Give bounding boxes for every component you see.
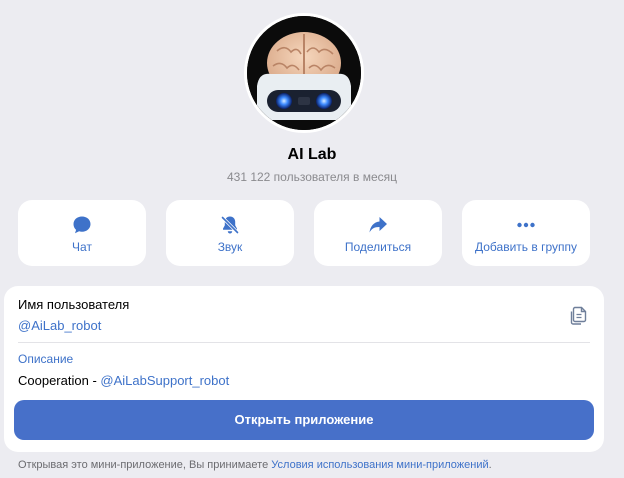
bell-muted-icon <box>220 215 240 235</box>
chat-bubble-icon <box>73 216 91 234</box>
bot-name: AI Lab <box>287 146 337 163</box>
share-button-label: Поделиться <box>344 240 412 254</box>
terms-link[interactable]: Условия использования мини-приложений <box>271 459 488 471</box>
sound-button[interactable]: Звук <box>166 200 294 266</box>
terms-notice: Открывая это мини-приложение, Вы принима… <box>18 459 492 471</box>
chat-button-label: Чат <box>72 240 92 254</box>
description-text: Cooperation - @AiLabSupport_robot <box>18 373 229 388</box>
support-bot-link[interactable]: @AiLabSupport_robot <box>100 373 229 388</box>
more-dots-icon <box>517 222 535 228</box>
description-label: Описание <box>18 352 74 366</box>
username-label: Имя пользователя <box>18 297 130 312</box>
action-buttons-row: Чат Звук Поделиться Добавить в группу <box>18 200 590 266</box>
monthly-users-count: 431 122 пользователя в месяц <box>226 170 398 184</box>
add-to-group-button-label: Добавить в группу <box>475 240 577 254</box>
open-app-button[interactable]: Открыть приложение <box>14 400 594 440</box>
share-button[interactable]: Поделиться <box>314 200 442 266</box>
terms-notice-suffix: . <box>488 459 492 471</box>
info-divider <box>18 342 590 343</box>
description-prefix: Cooperation - <box>18 373 101 388</box>
sound-button-label: Звук <box>217 240 243 254</box>
add-to-group-button[interactable]: Добавить в группу <box>462 200 590 266</box>
bot-avatar[interactable] <box>244 13 364 133</box>
brain-robot-avatar-image <box>247 16 361 130</box>
chat-button[interactable]: Чат <box>18 200 146 266</box>
share-arrow-icon <box>369 217 387 233</box>
copy-icon[interactable] <box>567 305 589 327</box>
username-link[interactable]: @AiLab_robot <box>18 318 101 333</box>
terms-notice-text: Открывая это мини-приложение, Вы принима… <box>18 459 272 471</box>
bot-info-card: Имя пользователя @AiLab_robot Описание C… <box>4 286 604 452</box>
